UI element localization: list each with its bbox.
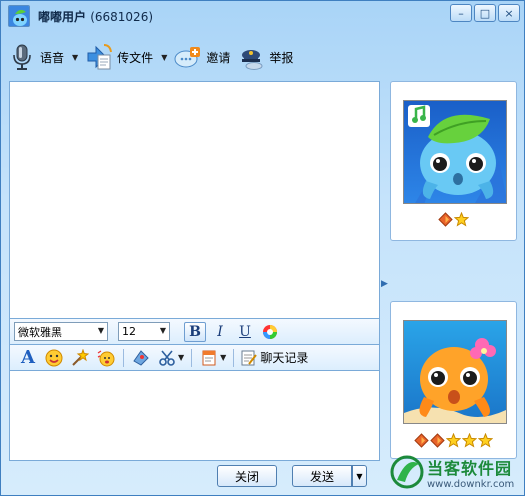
screenshot-button[interactable] [154, 347, 180, 369]
voice-label: 语音 [40, 50, 65, 65]
window-title: 嘟嘟用户 (6681026) [38, 8, 153, 25]
chat-history-icon [241, 350, 258, 365]
file-transfer-label: 传文件 [117, 50, 154, 65]
send-button[interactable]: 发送 [292, 465, 352, 487]
contact-level-badges [391, 211, 516, 227]
image-icon [133, 349, 149, 366]
microphone-icon [7, 42, 37, 72]
star-icon [461, 432, 478, 448]
contact-avatar[interactable] [403, 100, 507, 204]
file-transfer-icon [84, 42, 114, 72]
font-size-value: 12 [122, 325, 136, 338]
note-button[interactable] [196, 347, 222, 369]
watermark-url: www.downkr.com [427, 478, 515, 490]
maximize-button[interactable]: □ [474, 4, 496, 22]
color-picker-button[interactable] [259, 322, 281, 342]
chevron-down-icon: ▼ [159, 326, 166, 335]
note-icon [202, 350, 216, 365]
font-size-select[interactable]: 12 ▼ [118, 322, 170, 341]
chat-window: 嘟嘟用户 (6681026) – □ × 语音 ▼ 传文件 ▼ 邀请 举报 微软… [0, 0, 525, 496]
scissors-icon [159, 349, 175, 366]
watermark-logo-icon [390, 455, 424, 489]
report-button[interactable]: 举报 [236, 39, 293, 75]
chat-history-button[interactable]: 聊天记录 [240, 349, 308, 367]
input-tools-bar: A ▼ ▼ 聊天记录 [9, 345, 380, 371]
watermark: 当客软件园 www.downkr.com [389, 449, 524, 495]
font-family-select[interactable]: 微软雅黑 ▼ [14, 322, 108, 341]
invite-button[interactable]: 邀请 [173, 39, 230, 75]
watermark-text: 当客软件园 www.downkr.com [427, 455, 514, 490]
voice-dropdown-arrow[interactable]: ▼ [72, 53, 78, 62]
report-label: 举报 [269, 50, 294, 65]
side-panel-toggle-icon[interactable]: ▶ [381, 279, 388, 289]
shake-button[interactable] [93, 347, 119, 369]
close-window-button[interactable]: × [498, 4, 520, 22]
file-transfer-dropdown-arrow[interactable]: ▼ [161, 53, 167, 62]
magic-wand-icon [72, 348, 89, 366]
diamond-icon [438, 212, 453, 227]
chat-history-label: 聊天记录 [260, 351, 309, 365]
shake-face-icon [97, 349, 115, 366]
title-avatar-icon [8, 5, 30, 27]
watermark-name: 当客软件园 [427, 458, 513, 478]
self-level-badges [391, 432, 516, 448]
color-wheel-icon [263, 324, 277, 339]
magic-emoticon-button[interactable] [67, 347, 93, 369]
window-title-id: (6681026) [90, 10, 154, 24]
tools-separator [233, 348, 235, 367]
invite-label: 邀请 [206, 50, 231, 65]
emoticon-button[interactable] [41, 347, 67, 369]
report-icon [236, 42, 266, 72]
font-family-value: 微软雅黑 [18, 325, 62, 339]
smiley-icon [45, 349, 63, 366]
italic-button[interactable]: I [209, 322, 231, 342]
font-button[interactable]: A [15, 347, 41, 369]
star-icon [477, 432, 494, 448]
diamond-icon [414, 433, 429, 448]
close-button[interactable]: 关闭 [217, 465, 277, 487]
minimize-button[interactable]: – [450, 4, 472, 22]
diamond-icon [430, 433, 445, 448]
file-transfer-button[interactable]: 传文件 ▼ [84, 39, 167, 75]
font-icon: A [21, 347, 35, 368]
window-controls: – □ × [450, 4, 520, 22]
send-options-dropdown[interactable]: ▼ [352, 465, 367, 487]
voice-button[interactable]: 语音 ▼ [7, 39, 78, 75]
main-toolbar: 语音 ▼ 传文件 ▼ 邀请 举报 [7, 37, 299, 77]
tools-separator [123, 348, 124, 367]
window-title-name: 嘟嘟用户 [38, 10, 87, 24]
contact-avatar-card [390, 81, 517, 241]
chevron-down-icon: ▼ [97, 326, 104, 335]
note-dropdown-arrow[interactable]: ▼ [220, 353, 226, 362]
message-input[interactable] [9, 371, 380, 461]
title-bar[interactable]: 嘟嘟用户 (6681026) – □ × [1, 1, 524, 31]
self-avatar-card [390, 301, 517, 459]
underline-button[interactable]: U [234, 322, 256, 342]
bold-button[interactable]: B [184, 321, 206, 342]
self-avatar[interactable] [403, 320, 507, 424]
star-icon [445, 432, 462, 448]
message-history-area[interactable] [9, 81, 380, 319]
star-icon [453, 211, 470, 227]
send-image-button[interactable] [128, 347, 154, 369]
invite-icon [173, 42, 203, 72]
screenshot-dropdown-arrow[interactable]: ▼ [178, 353, 184, 362]
tools-separator [191, 348, 193, 367]
font-format-bar: 微软雅黑 ▼ 12 ▼ B I U [9, 319, 380, 345]
